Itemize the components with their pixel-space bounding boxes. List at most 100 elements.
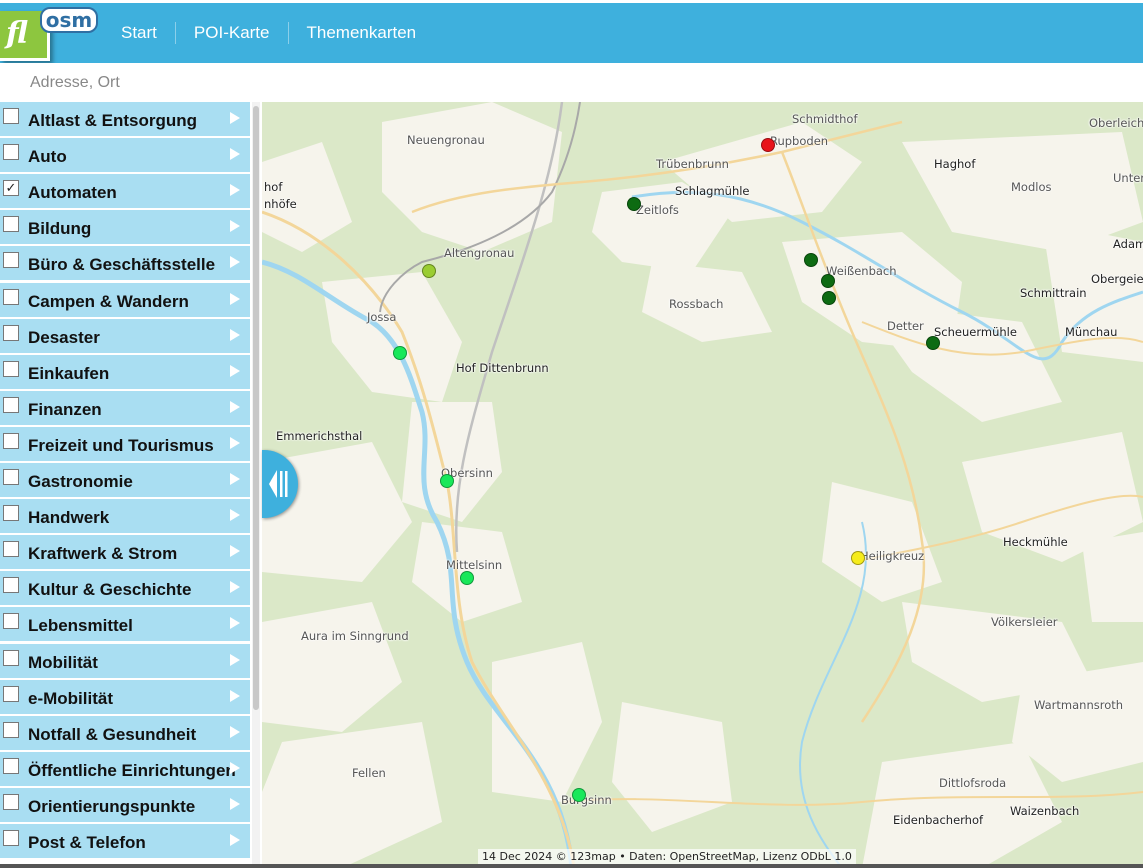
category-item[interactable]: Orientierungspunkte xyxy=(0,788,250,822)
category-label: Büro & Geschäftsstelle xyxy=(28,255,216,274)
flosm-logo[interactable]: fl osm xyxy=(0,5,100,61)
place-label: Jossa xyxy=(367,310,397,324)
category-item[interactable]: Notfall & Gesundheit xyxy=(0,716,250,750)
place-label: Eidenbacherhof xyxy=(893,813,984,827)
poi-marker-yellow-green[interactable] xyxy=(422,264,436,278)
category-checkbox[interactable]: ✓ xyxy=(3,180,19,196)
expand-arrow-icon[interactable] xyxy=(230,509,240,521)
poi-marker-dark-green[interactable] xyxy=(926,336,940,350)
category-item[interactable]: Kultur & Geschichte xyxy=(0,571,250,605)
category-checkbox[interactable] xyxy=(3,144,19,160)
category-item[interactable]: Freizeit und Tourismus xyxy=(0,427,250,461)
category-checkbox[interactable] xyxy=(3,758,19,774)
category-item[interactable]: Kraftwerk & Strom xyxy=(0,535,250,569)
category-item[interactable]: Handwerk xyxy=(0,499,250,533)
place-label: Emmerichsthal xyxy=(276,429,363,443)
poi-marker-bright-green[interactable] xyxy=(440,474,454,488)
expand-arrow-icon[interactable] xyxy=(230,798,240,810)
expand-arrow-icon[interactable] xyxy=(230,256,240,268)
category-item[interactable]: Mobilität xyxy=(0,644,250,678)
expand-arrow-icon[interactable] xyxy=(230,690,240,702)
expand-arrow-icon[interactable] xyxy=(230,581,240,593)
place-label: Neuengronau xyxy=(407,133,485,147)
poi-marker-red[interactable] xyxy=(761,138,775,152)
expand-arrow-icon[interactable] xyxy=(230,654,240,666)
expand-arrow-icon[interactable] xyxy=(230,365,240,377)
category-checkbox[interactable] xyxy=(3,577,19,593)
poi-marker-bright-green[interactable] xyxy=(393,346,407,360)
poi-marker-dark-green[interactable] xyxy=(821,274,835,288)
expand-arrow-icon[interactable] xyxy=(230,401,240,413)
category-item[interactable]: Öffentliche Einrichtungen xyxy=(0,752,250,786)
expand-arrow-icon[interactable] xyxy=(230,473,240,485)
category-checkbox[interactable] xyxy=(3,325,19,341)
category-label: Mobilität xyxy=(28,653,98,672)
poi-marker-bright-green[interactable] xyxy=(572,788,586,802)
place-label: Oberleichtersbach xyxy=(1089,116,1143,130)
place-label: hof xyxy=(264,180,283,194)
category-item[interactable]: Büro & Geschäftsstelle xyxy=(0,246,250,280)
place-label: Dittlofsroda xyxy=(939,776,1007,790)
category-checkbox[interactable] xyxy=(3,397,19,413)
window-bottom-edge xyxy=(0,864,1143,868)
sidebar-scrollbar-thumb[interactable] xyxy=(253,106,259,710)
category-checkbox[interactable] xyxy=(3,794,19,810)
expand-arrow-icon[interactable] xyxy=(230,834,240,846)
category-item[interactable]: Gastronomie xyxy=(0,463,250,497)
category-item[interactable]: Bildung xyxy=(0,210,250,244)
expand-arrow-icon[interactable] xyxy=(230,545,240,557)
expand-arrow-icon[interactable] xyxy=(230,220,240,232)
address-search-input[interactable] xyxy=(18,69,518,97)
poi-marker-yellow[interactable] xyxy=(851,551,865,565)
category-label: Auto xyxy=(28,147,67,166)
category-item[interactable]: Auto xyxy=(0,138,250,172)
category-item[interactable]: Altlast & Entsorgung xyxy=(0,102,250,136)
category-label: Bildung xyxy=(28,219,92,238)
expand-arrow-icon[interactable] xyxy=(230,293,240,305)
poi-map[interactable] xyxy=(262,102,1143,868)
category-item[interactable]: ✓ Automaten xyxy=(0,174,250,208)
category-item[interactable]: Desaster xyxy=(0,319,250,353)
category-checkbox[interactable] xyxy=(3,722,19,738)
category-checkbox[interactable] xyxy=(3,613,19,629)
expand-arrow-icon[interactable] xyxy=(230,329,240,341)
poi-marker-dark-green[interactable] xyxy=(822,291,836,305)
expand-arrow-icon[interactable] xyxy=(230,437,240,449)
nav-item-themenkarten[interactable]: Themenkarten xyxy=(289,22,435,44)
place-label: Schmidthof xyxy=(792,112,858,126)
category-checkbox[interactable] xyxy=(3,830,19,846)
expand-arrow-icon[interactable] xyxy=(230,617,240,629)
place-label: Rossbach xyxy=(669,297,724,311)
expand-arrow-icon[interactable] xyxy=(230,726,240,738)
category-item[interactable]: Post & Telefon xyxy=(0,824,250,858)
poi-marker-bright-green[interactable] xyxy=(460,571,474,585)
map-base-layer xyxy=(262,102,1143,868)
category-checkbox[interactable] xyxy=(3,433,19,449)
poi-marker-dark-green[interactable] xyxy=(804,253,818,267)
expand-arrow-icon[interactable] xyxy=(230,762,240,774)
category-checkbox[interactable] xyxy=(3,108,19,124)
place-label: Schlagmühle xyxy=(675,184,750,198)
category-item[interactable]: Finanzen xyxy=(0,391,250,425)
category-checkbox[interactable] xyxy=(3,289,19,305)
category-checkbox[interactable] xyxy=(3,469,19,485)
category-item[interactable]: e-Mobilität xyxy=(0,680,250,714)
category-checkbox[interactable] xyxy=(3,505,19,521)
category-checkbox[interactable] xyxy=(3,361,19,377)
category-checkbox[interactable] xyxy=(3,686,19,702)
category-label: Handwerk xyxy=(28,508,110,527)
nav-item-start[interactable]: Start xyxy=(103,22,176,44)
category-checkbox[interactable] xyxy=(3,216,19,232)
expand-arrow-icon[interactable] xyxy=(230,184,240,196)
category-checkbox[interactable] xyxy=(3,541,19,557)
main-nav: Start POI-Karte Themenkarten xyxy=(103,3,434,63)
category-item[interactable]: Campen & Wandern xyxy=(0,283,250,317)
category-checkbox[interactable] xyxy=(3,650,19,666)
expand-arrow-icon[interactable] xyxy=(230,148,240,160)
category-item[interactable]: Lebensmittel xyxy=(0,607,250,641)
nav-item-poi-karte[interactable]: POI-Karte xyxy=(176,22,289,44)
category-item[interactable]: Einkaufen xyxy=(0,355,250,389)
expand-arrow-icon[interactable] xyxy=(230,112,240,124)
category-checkbox[interactable] xyxy=(3,252,19,268)
poi-marker-dark-green[interactable] xyxy=(627,197,641,211)
